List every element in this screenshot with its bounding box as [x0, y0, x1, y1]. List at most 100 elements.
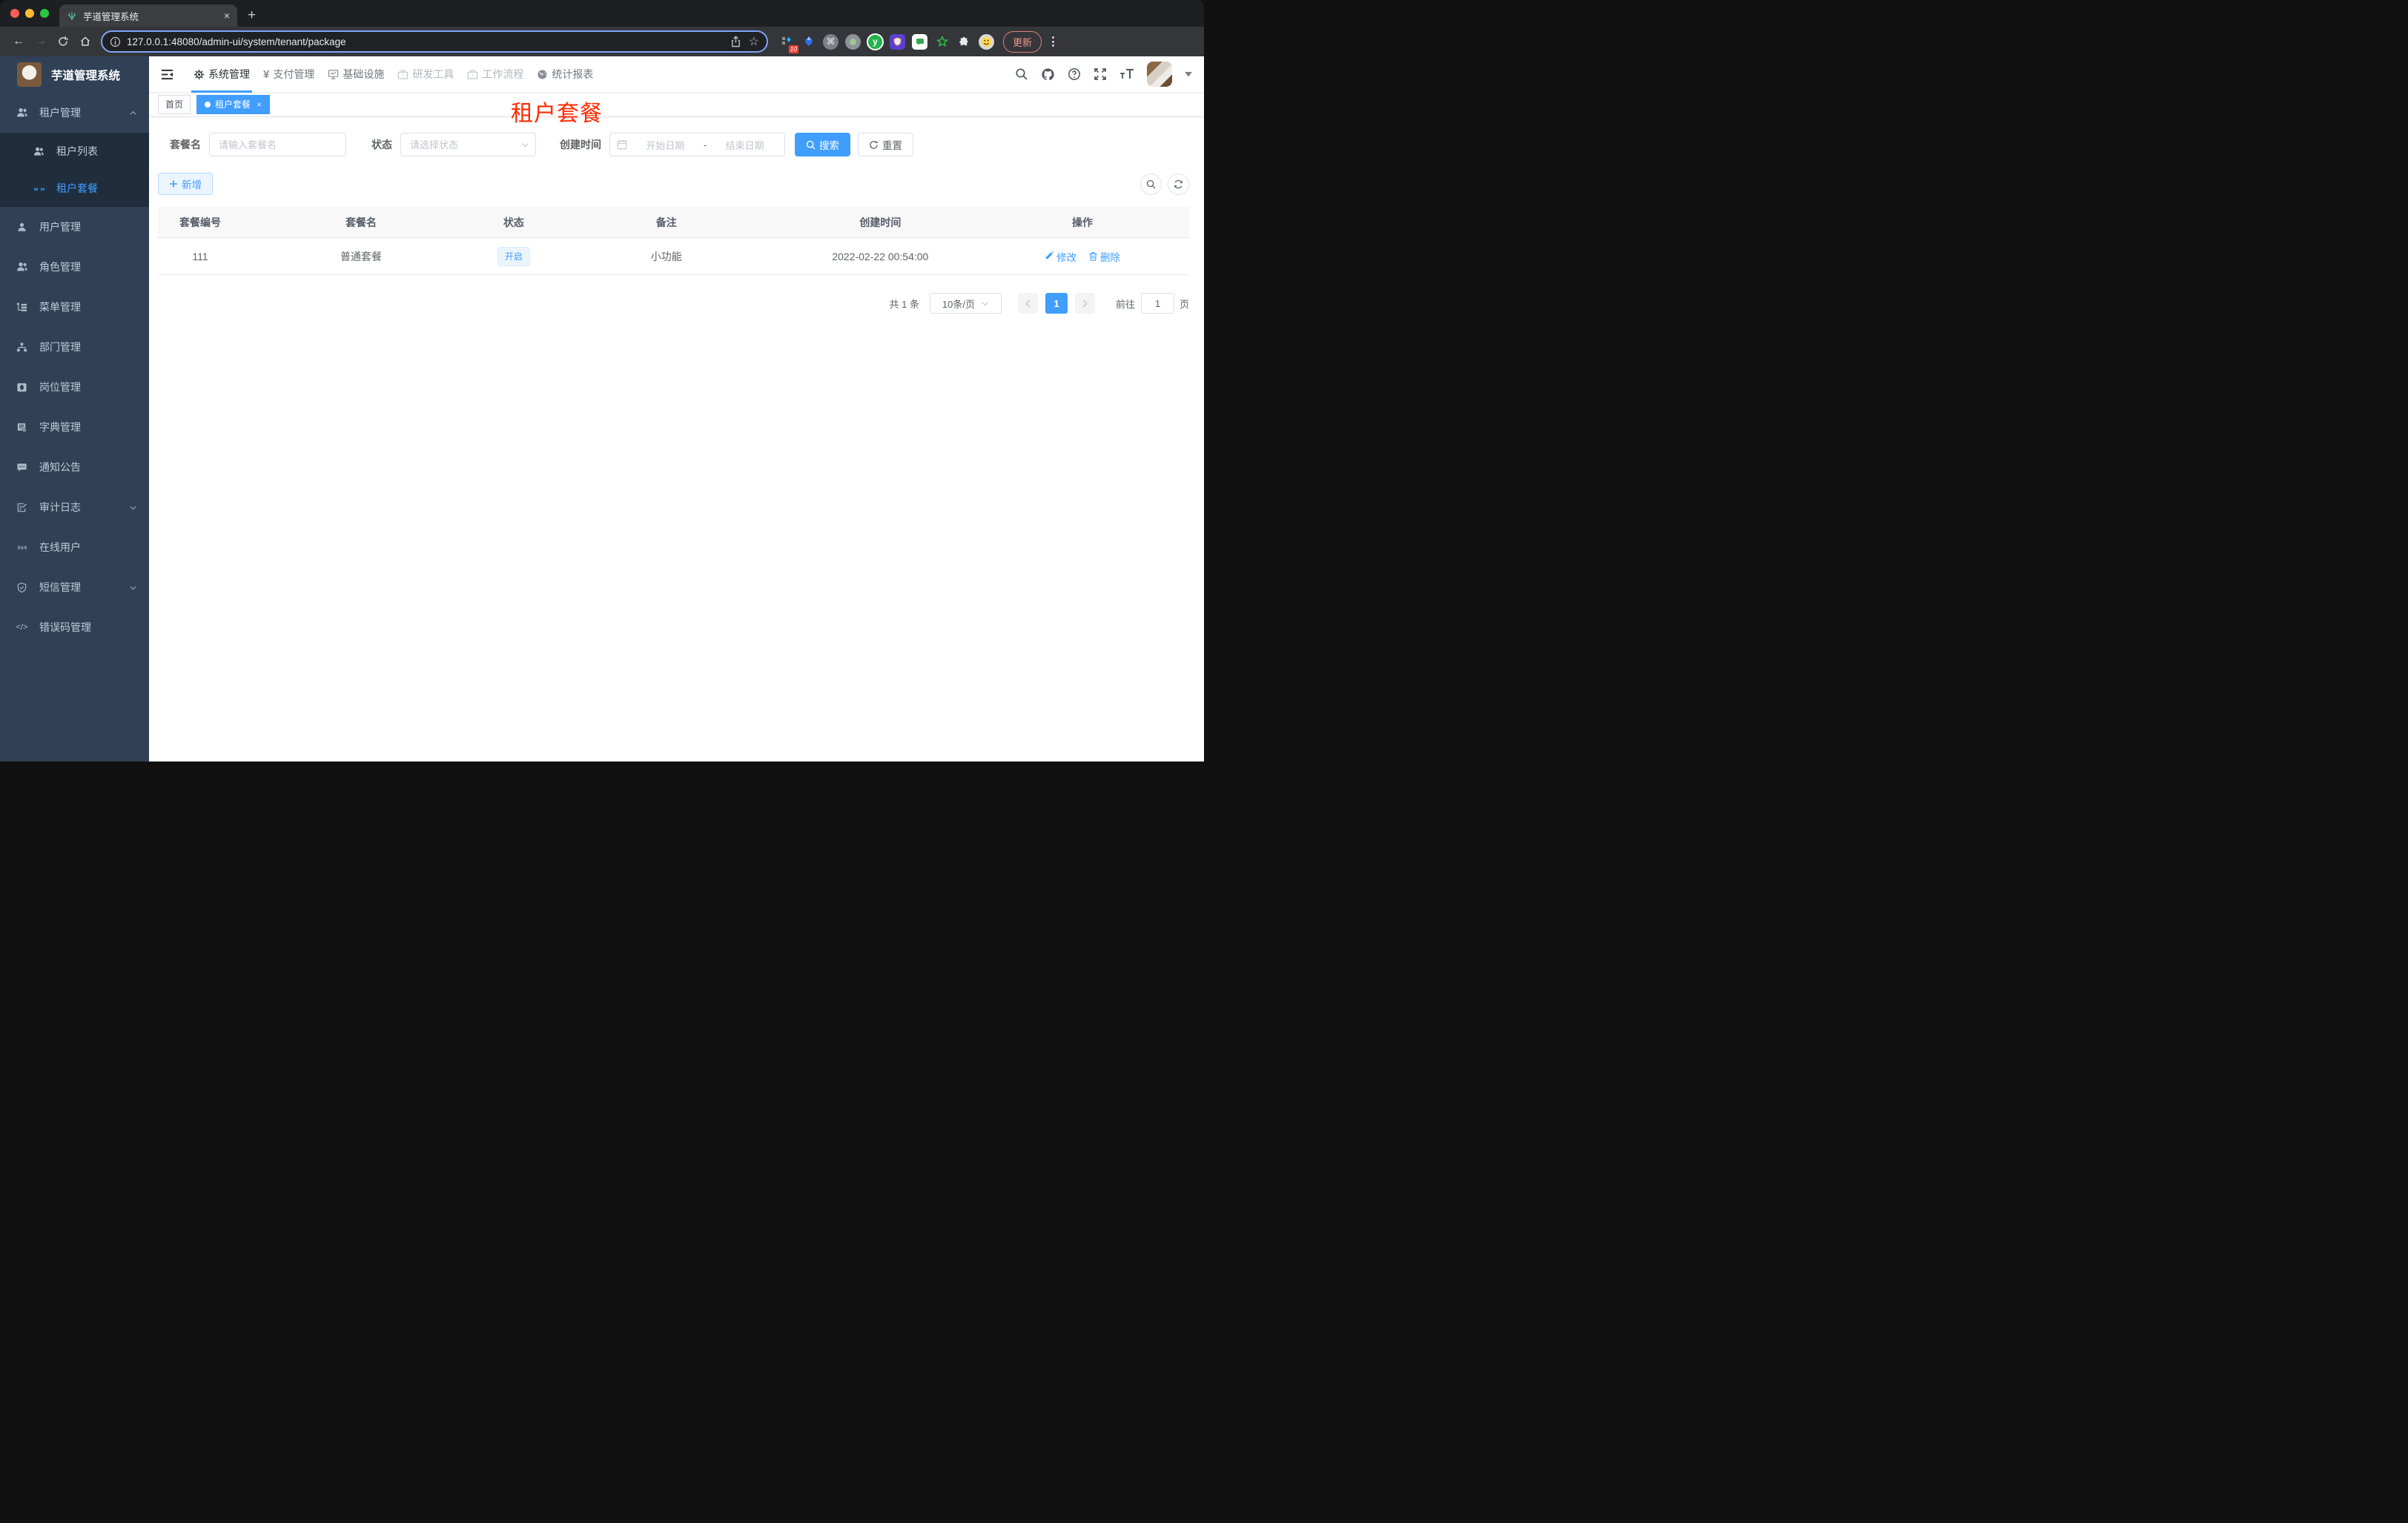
- extension-gem-icon[interactable]: [801, 34, 816, 50]
- delete-link[interactable]: 删除: [1088, 249, 1120, 264]
- help-icon[interactable]: [1068, 67, 1081, 81]
- goto-page-input[interactable]: [1140, 293, 1174, 314]
- tag-close-icon[interactable]: ×: [257, 99, 262, 110]
- sidebar-logo-row[interactable]: 芋道管理系统: [0, 56, 149, 93]
- sidebar-item-label: 短信管理: [39, 581, 81, 593]
- name-filter-input[interactable]: [209, 133, 346, 156]
- sidebar-item-error-code[interactable]: </> 错误码管理: [0, 607, 149, 647]
- url-text[interactable]: 127.0.0.1:48080/admin-ui/system/tenant/p…: [127, 36, 730, 47]
- edit-link[interactable]: 修改: [1045, 249, 1076, 264]
- extension-circle-icon[interactable]: [845, 33, 861, 50]
- sidebar-item-label: 部门管理: [39, 341, 81, 353]
- sidebar-item-menu-management[interactable]: 菜单管理: [0, 287, 149, 327]
- table-toolbar: 新增: [158, 173, 1189, 195]
- add-button[interactable]: 新增: [158, 173, 213, 195]
- topnav-item-devtools[interactable]: 研发工具: [391, 56, 460, 92]
- extension-diamond-icon[interactable]: 10: [778, 34, 798, 53]
- extension-y-icon[interactable]: y: [867, 33, 884, 50]
- new-tab-button[interactable]: +: [248, 7, 256, 24]
- topnav-item-payment[interactable]: ¥ 支付管理: [257, 56, 321, 92]
- shield-check-icon: [16, 582, 28, 593]
- search-button[interactable]: 搜索: [795, 133, 850, 156]
- prev-page-button[interactable]: [1017, 293, 1038, 314]
- tag-home[interactable]: 首页: [158, 94, 191, 114]
- date-start-placeholder[interactable]: 开始日期: [632, 138, 698, 152]
- tab-close-icon[interactable]: ×: [224, 10, 230, 22]
- sidebar-item-tenant-list[interactable]: 租户列表: [0, 133, 149, 170]
- sidebar-item-sms-management[interactable]: 短信管理: [0, 567, 149, 607]
- browser-toolbar: ← → 127.0.0.1:48080/admin-ui/system/tena…: [0, 27, 1204, 56]
- extension-emoji-icon[interactable]: [979, 33, 994, 50]
- status-filter-label: 状态: [371, 139, 392, 151]
- close-window-button[interactable]: [10, 9, 19, 18]
- avatar[interactable]: [1147, 62, 1172, 87]
- sidebar-item-dict-management[interactable]: 字典管理: [0, 407, 149, 447]
- pagination: 共 1 条 10条/页 1 前往 页: [158, 293, 1189, 314]
- sidebar-item-role-management[interactable]: 角色管理: [0, 247, 149, 287]
- extension-command-icon[interactable]: ⌘: [823, 33, 838, 50]
- maximize-window-button[interactable]: [40, 9, 49, 18]
- forward-icon[interactable]: →: [30, 35, 52, 48]
- extensions-puzzle-icon[interactable]: [956, 34, 972, 50]
- page-number-current[interactable]: 1: [1045, 293, 1068, 314]
- caret-down-icon[interactable]: [1185, 71, 1192, 77]
- favicon-plant-icon: [67, 12, 76, 20]
- users-icon: [16, 107, 28, 119]
- extension-shield-icon[interactable]: [890, 33, 905, 50]
- reload-icon[interactable]: [52, 36, 74, 47]
- font-size-icon[interactable]: [1119, 68, 1134, 80]
- toggle-search-button[interactable]: [1140, 173, 1162, 195]
- browser-titlebar: 芋道管理系统 × +: [0, 0, 1204, 27]
- tag-tenant-package[interactable]: 租户套餐 ×: [196, 94, 271, 114]
- home-icon[interactable]: [74, 36, 96, 47]
- browser-menu-icon[interactable]: [1049, 36, 1057, 47]
- cell-created-time: 2022-02-22 00:54:00: [832, 250, 929, 262]
- column-header: 创建时间: [859, 216, 902, 228]
- date-end-placeholder[interactable]: 结束日期: [712, 138, 778, 152]
- sidebar-item-audit-log[interactable]: 审计日志: [0, 487, 149, 527]
- status-select[interactable]: [400, 133, 536, 156]
- table-row: 111 普通套餐 开启 小功能 2022-02-22 00:54:00 修改 删…: [158, 238, 1189, 275]
- sidebar-item-tenant-package[interactable]: 租户套餐: [0, 170, 149, 207]
- sidebar-item-online-users[interactable]: 在线用户: [0, 527, 149, 567]
- back-icon[interactable]: ←: [7, 35, 30, 48]
- topnav-item-system[interactable]: 系统管理: [187, 56, 257, 93]
- github-icon[interactable]: [1041, 67, 1055, 82]
- topnav-item-label: 研发工具: [412, 68, 454, 80]
- sidebar-item-post-management[interactable]: 岗位管理: [0, 367, 149, 407]
- site-info-icon[interactable]: [110, 36, 121, 47]
- reset-button[interactable]: 重置: [858, 133, 913, 156]
- date-range-picker[interactable]: 开始日期 - 结束日期: [609, 133, 785, 156]
- sidebar-item-dept-management[interactable]: 部门管理: [0, 327, 149, 367]
- minimize-window-button[interactable]: [25, 9, 34, 18]
- sidebar-item-user-management[interactable]: 用户管理: [0, 207, 149, 247]
- topnav-item-workflow[interactable]: 工作流程: [460, 56, 530, 92]
- briefcase-icon: [467, 69, 478, 80]
- bookmark-star-icon[interactable]: ☆: [749, 34, 759, 49]
- fullscreen-icon[interactable]: [1094, 67, 1107, 81]
- top-navigation: 系统管理 ¥ 支付管理 基础设施 研发工具 工作流程 统计报表: [187, 56, 600, 93]
- extension-star-icon[interactable]: [934, 34, 950, 50]
- edit-link-label: 修改: [1056, 251, 1077, 263]
- topnav-item-label: 基础设施: [343, 68, 385, 80]
- page-size-select[interactable]: 10条/页: [929, 293, 1002, 314]
- cell-status: 开启: [480, 246, 548, 266]
- share-icon[interactable]: [730, 36, 741, 47]
- sidebar-item-notice[interactable]: 通知公告: [0, 447, 149, 487]
- status-select-input[interactable]: [400, 133, 536, 156]
- search-icon[interactable]: [1015, 67, 1028, 81]
- topnav-item-report[interactable]: 统计报表: [530, 56, 600, 92]
- next-page-button[interactable]: [1074, 293, 1095, 314]
- refresh-button[interactable]: [1168, 173, 1189, 195]
- sidebar-collapse-icon[interactable]: [161, 69, 173, 80]
- sidebar-item-tenant-management[interactable]: 租户管理: [0, 93, 149, 133]
- cell-package-id: 111: [192, 250, 208, 262]
- extension-chat-icon[interactable]: [912, 33, 927, 50]
- yen-icon: ¥: [263, 67, 270, 81]
- column-header: 套餐名: [345, 216, 377, 228]
- topnav-item-infra[interactable]: 基础设施: [321, 56, 391, 92]
- url-bar[interactable]: 127.0.0.1:48080/admin-ui/system/tenant/p…: [101, 30, 768, 53]
- browser-update-button[interactable]: 更新: [1003, 30, 1042, 53]
- browser-tab[interactable]: 芋道管理系统 ×: [59, 4, 237, 27]
- package-table: 套餐编号 套餐名 状态 备注 创建时间 操作 111 普通套餐 开启 小功能 2…: [158, 207, 1189, 275]
